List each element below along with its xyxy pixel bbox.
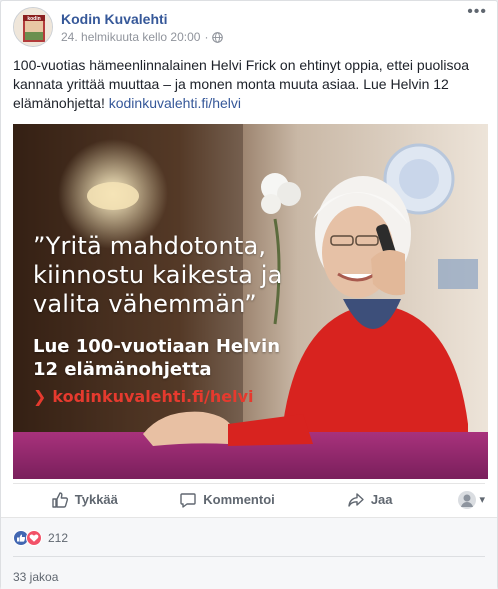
- chevron-down-icon: ▾: [479, 494, 486, 506]
- post-as-selector[interactable]: ▾: [441, 490, 486, 509]
- reaction-summary[interactable]: 212: [13, 530, 68, 546]
- share-label: Jaa: [370, 492, 393, 507]
- like-label: Tykkää: [74, 492, 118, 507]
- footer-divider: [13, 556, 485, 557]
- meta-dot: ·: [204, 30, 209, 44]
- chevron-right-icon: ❯: [33, 387, 47, 406]
- quote-line-3: valita vähemmän”: [33, 290, 257, 318]
- sub-line-2: 12 elämänohjetta: [33, 359, 212, 380]
- svg-text:kodin: kodin: [27, 16, 40, 22]
- image-link: ❯ kodinkuvalehti.fi/helvi: [33, 387, 283, 406]
- love-icon: [26, 530, 42, 546]
- like-icon: [52, 491, 68, 508]
- quote-line-2: kiinnostu kaikesta ja: [33, 261, 283, 289]
- post-meta: 24. helmikuuta kello 20:00 ·: [61, 30, 224, 44]
- more-icon[interactable]: •••: [467, 4, 487, 20]
- reaction-count: 212: [48, 531, 69, 545]
- timestamp[interactable]: 24. helmikuuta kello 20:00: [61, 30, 200, 44]
- globe-icon[interactable]: [212, 31, 224, 43]
- post-link[interactable]: kodinkuvalehti.fi/helvi: [109, 95, 241, 111]
- post-header: kodin Kodin Kuvalehti 24. helmikuuta kel…: [13, 4, 487, 51]
- sub-line-1: Lue 100-vuotiaan Helvin: [33, 336, 281, 357]
- photo-overlay: ”Yritä mahdotonta, kiinnostu kaikesta ja…: [33, 232, 283, 406]
- share-button[interactable]: Jaa: [298, 484, 441, 516]
- like-button[interactable]: Tykkää: [13, 484, 156, 516]
- action-bar: Tykkää Kommentoi Jaa ▾: [13, 483, 485, 515]
- share-count[interactable]: 33 jakoa: [13, 570, 58, 584]
- comment-label: Kommentoi: [203, 492, 275, 507]
- image-url: kodinkuvalehti.fi/helvi: [52, 387, 254, 406]
- quote-line-1: ”Yritä mahdotonta,: [33, 232, 267, 260]
- post-text: 100-vuotias hämeenlinnalainen Helvi Fric…: [13, 56, 487, 113]
- post-card: kodin Kodin Kuvalehti 24. helmikuuta kel…: [0, 0, 498, 589]
- page-avatar[interactable]: kodin: [13, 7, 53, 47]
- page-name[interactable]: Kodin Kuvalehti: [61, 11, 168, 27]
- comment-button[interactable]: Kommentoi: [156, 484, 299, 516]
- user-avatar-icon: [458, 490, 477, 509]
- comment-icon: [180, 492, 196, 508]
- share-icon: [348, 492, 364, 507]
- post-footer: 212 33 jakoa: [1, 517, 497, 589]
- post-photo[interactable]: ”Yritä mahdotonta, kiinnostu kaikesta ja…: [13, 124, 488, 479]
- post-body: 100-vuotias hämeenlinnalainen Helvi Fric…: [13, 57, 470, 111]
